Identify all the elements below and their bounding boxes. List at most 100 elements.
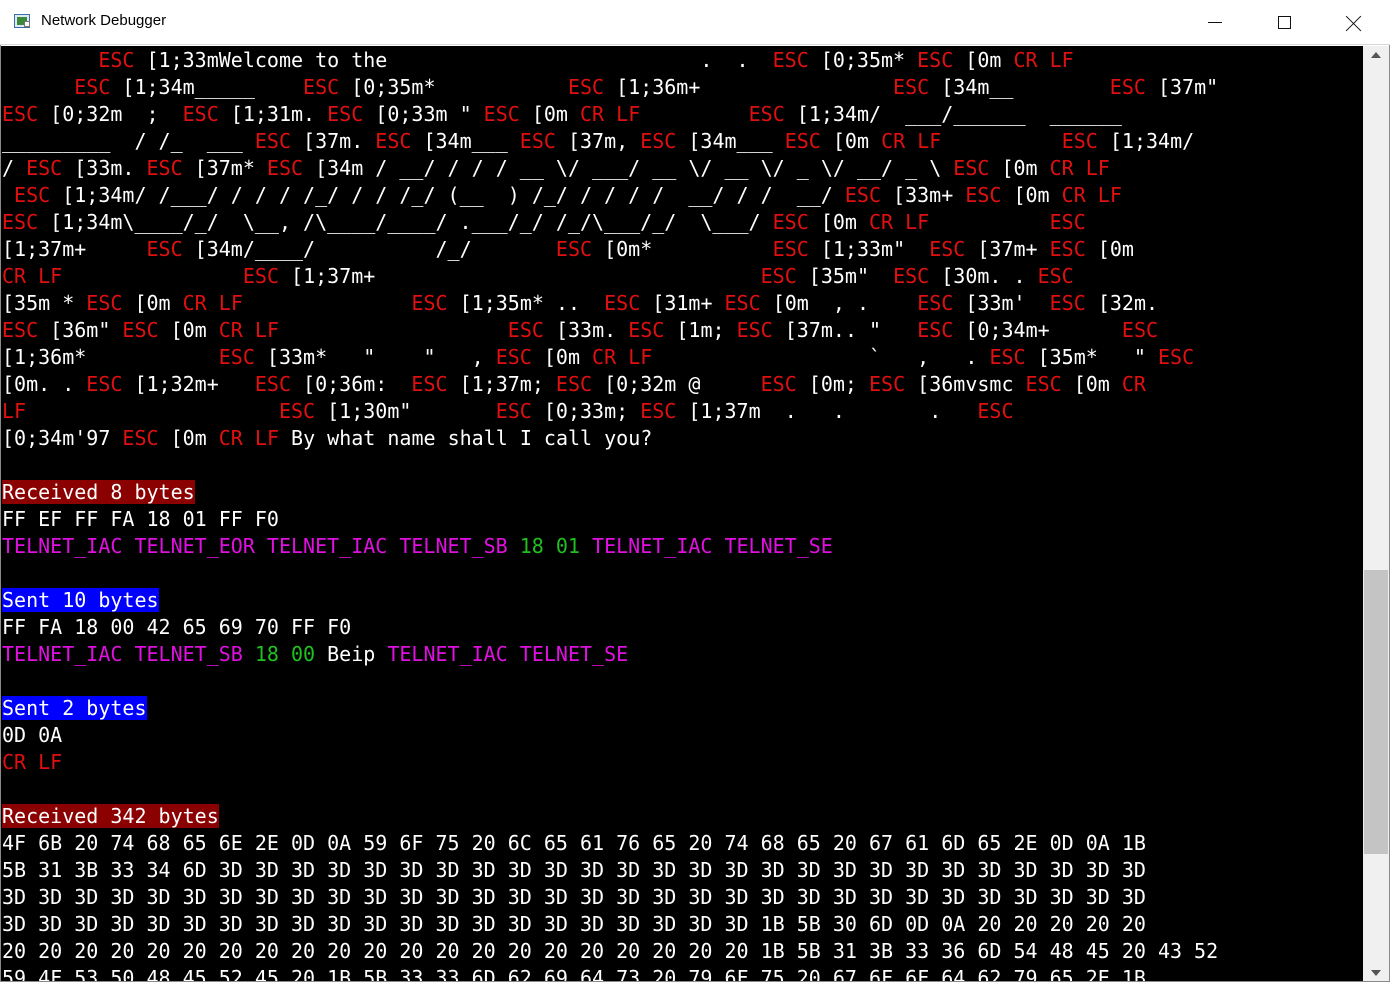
control-code: ESC: [628, 318, 665, 342]
control-code: LF: [628, 345, 653, 369]
control-code: ESC: [784, 129, 821, 153]
console-line: 0D 0A: [2, 722, 62, 749]
console-line: ESC [1;34m/ /___/ / / / /_/ / / /_/ (__ …: [2, 182, 1122, 209]
console-line: ESC [36m" ESC [0m CR LF ESC [33m. ESC [1…: [2, 317, 1158, 344]
console-text: [0m*: [592, 237, 773, 261]
control-code: ESC: [760, 264, 797, 288]
console-text: [0m: [531, 345, 593, 369]
console-text: [30m. .: [929, 264, 1038, 288]
console-output[interactable]: ESC [1;33mWelcome to the . . ESC [0;35m*…: [1, 46, 1363, 981]
console-text: [0m;: [796, 372, 869, 396]
chevron-up-icon: [1371, 51, 1381, 58]
console-text: [1m;: [664, 318, 737, 342]
minimize-button[interactable]: [1192, 0, 1238, 45]
control-code: CR: [218, 426, 243, 450]
telnet-command: TELNET_IAC TELNET_SB: [2, 642, 255, 666]
control-code: ESC: [724, 291, 761, 315]
control-code: ESC: [772, 48, 809, 72]
sent-header: Sent 10 bytes: [2, 588, 159, 612]
control-code: CR: [2, 264, 27, 288]
console-line: ESC [1;33mWelcome to the . . ESC [0;35m*…: [2, 47, 1073, 74]
console-text: [34m__: [929, 75, 1110, 99]
control-code: CR: [218, 318, 243, 342]
maximize-button[interactable]: [1261, 0, 1307, 45]
console-text: [0m: [1001, 183, 1062, 207]
console-text: [0m. .: [2, 372, 87, 396]
control-code: ESC: [929, 237, 966, 261]
control-code: ESC: [567, 75, 605, 99]
console-text: [37m*: [182, 156, 267, 180]
close-button[interactable]: [1331, 0, 1377, 45]
console-line: 3D 3D 3D 3D 3D 3D 3D 3D 3D 3D 3D 3D 3D 3…: [2, 911, 1146, 938]
control-code: LF: [616, 102, 641, 126]
console-text: [1;37m . . .: [676, 399, 978, 423]
control-code: ESC: [989, 345, 1026, 369]
console-text: [1;34m/ ___/______ ______: [784, 102, 1122, 126]
console-line: ESC [1;34m_____ ESC [0;35m* ESC [1;36m+ …: [2, 74, 1218, 101]
console-text: [0m: [158, 426, 219, 450]
control-code: LF: [38, 750, 63, 774]
vertical-scrollbar[interactable]: [1363, 46, 1389, 981]
scroll-down-button[interactable]: [1363, 964, 1389, 981]
console-text: By what name shall I call you?: [279, 426, 653, 450]
control-code: ESC: [1158, 345, 1195, 369]
control-code: ESC: [917, 318, 954, 342]
console-text: [0m: [122, 291, 183, 315]
console-text: [34m___: [676, 129, 785, 153]
control-code: ESC: [14, 183, 51, 207]
console-text: [1;37m+: [278, 264, 761, 288]
control-code: CR: [1013, 48, 1038, 72]
console-text: _________ / /_ ___: [2, 129, 255, 153]
console-line: 5B 31 3B 33 34 6D 3D 3D 3D 3D 3D 3D 3D 3…: [2, 857, 1146, 884]
control-code: CR: [580, 102, 605, 126]
console-line: _________ / /_ ___ ESC [37m. ESC [34m___…: [2, 128, 1194, 155]
control-code: ESC: [483, 102, 520, 126]
console-text: [1;37m+: [2, 237, 147, 261]
console-line: Received 8 bytes: [2, 479, 195, 506]
console-text: 20 20 20 20 20 20 20 20 20 20 20 20 20 2…: [2, 939, 1219, 963]
control-code: ESC: [507, 318, 544, 342]
control-code: ESC: [26, 156, 63, 180]
console-text: [36m": [38, 318, 123, 342]
console-text: [33m* " " ,: [254, 345, 496, 369]
console-text: [0;35m*: [339, 75, 568, 99]
console-text: [32m.: [1085, 291, 1159, 315]
console-text: 3D 3D 3D 3D 3D 3D 3D 3D 3D 3D 3D 3D 3D 3…: [2, 912, 1146, 936]
control-code: ESC: [869, 372, 906, 396]
control-code: ESC: [736, 318, 773, 342]
chevron-down-icon: [1371, 969, 1381, 976]
console-text: /: [2, 156, 27, 180]
scroll-thumb[interactable]: [1364, 570, 1388, 854]
control-code: ESC: [772, 210, 809, 234]
control-code: ESC: [640, 129, 677, 153]
console-text: [0m: [519, 102, 581, 126]
telnet-command: TELNET_IAC TELNET_SE: [387, 642, 629, 666]
console-text: [1;32m+: [122, 372, 255, 396]
control-code: ESC: [86, 291, 123, 315]
control-code: ESC: [2, 318, 39, 342]
scroll-up-button[interactable]: [1363, 46, 1389, 63]
control-code: ESC: [893, 264, 930, 288]
control-code: ESC: [242, 264, 279, 288]
title-bar: Network Debugger: [0, 0, 1390, 45]
control-code: ESC: [254, 129, 291, 153]
console-text: [0m: [1061, 372, 1122, 396]
console-text: [36mvsmc: [905, 372, 1026, 396]
console-text: [0m: [1085, 237, 1134, 261]
control-code: LF: [1085, 156, 1110, 180]
control-code: CR: [1121, 372, 1146, 396]
console-text: [35m* ": [1025, 345, 1159, 369]
control-code: CR: [1049, 156, 1074, 180]
control-code: ESC: [748, 102, 785, 126]
received-header: Received 342 bytes: [2, 804, 219, 828]
console-text: Beip: [315, 642, 388, 666]
control-code: LF: [254, 318, 279, 342]
control-code: ESC: [1049, 291, 1086, 315]
